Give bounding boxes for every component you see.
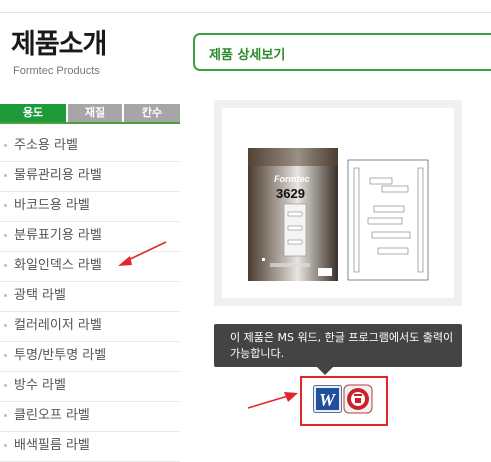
menu-item[interactable]: 투명/반투명 라벨: [0, 342, 180, 372]
hangul-word-processor-icon[interactable]: [343, 384, 373, 414]
bullet-icon: [4, 234, 7, 237]
menu-item-label: 물류관리용 라벨: [14, 168, 102, 183]
format-tooltip: 이 제품은 MS 워드, 한글 프로그램에서도 출력이 가능합니다.: [214, 324, 462, 375]
package-code: 3629: [276, 186, 305, 201]
menu-item-label: 분류표기용 라벨: [14, 228, 102, 243]
bullet-icon: [4, 204, 7, 207]
supported-programs-box: W: [300, 376, 388, 426]
bullet-icon: [4, 414, 7, 417]
category-tabs: 용도 재질 칸수: [0, 104, 180, 124]
svg-text:W: W: [319, 390, 337, 410]
detail-header: 제품 상세보기: [193, 33, 491, 71]
menu-item[interactable]: 광택 라벨: [0, 282, 180, 312]
top-border: [0, 0, 491, 13]
annotation-arrow-menu: [118, 241, 167, 266]
page-subtitle: Formtec Products: [13, 65, 100, 77]
menu-item[interactable]: 바코드용 라벨: [0, 192, 180, 222]
menu-item-label: 바코드용 라벨: [14, 198, 90, 213]
package-brand: Formtec: [274, 174, 310, 184]
menu-item[interactable]: 주소용 라벨: [0, 132, 180, 162]
bullet-icon: [4, 174, 7, 177]
menu-item[interactable]: 방수 라벨: [0, 372, 180, 402]
menu-item-label: 배색필름 라벨: [14, 438, 90, 453]
menu-item-label: 클린오프 라벨: [14, 408, 90, 423]
tab-cell-count[interactable]: 칸수: [124, 104, 180, 122]
page-title: 제품소개: [11, 29, 107, 60]
menu-item-label: 투명/반투명 라벨: [14, 348, 107, 363]
annotation-arrow-icons: [247, 392, 298, 409]
menu-item-label: 광택 라벨: [14, 288, 66, 303]
detail-heading: 제품 상세보기: [209, 48, 286, 63]
product-image: Formtec 3629: [222, 108, 454, 298]
bullet-icon: [4, 264, 7, 267]
menu-item[interactable]: 클린오프 라벨: [0, 402, 180, 432]
product-illustration: Formtec 3629: [248, 148, 429, 281]
bullet-icon: [4, 294, 7, 297]
bullet-icon: [4, 384, 7, 387]
menu-item-label: 주소용 라벨: [14, 138, 78, 153]
product-category-menu: 주소용 라벨 물류관리용 라벨 바코드용 라벨 분류표기용 라벨 화일인덱스 라…: [0, 132, 180, 462]
menu-item-label: 컬러레이저 라벨: [14, 318, 102, 333]
menu-item-label: 화일인덱스 라벨: [14, 258, 102, 273]
tab-material[interactable]: 재질: [68, 104, 122, 122]
menu-item[interactable]: 물류관리용 라벨: [0, 162, 180, 192]
bullet-icon: [4, 144, 7, 147]
bullet-icon: [4, 354, 7, 357]
bullet-icon: [4, 444, 7, 447]
bullet-icon: [4, 324, 7, 327]
tab-usage[interactable]: 용도: [0, 104, 66, 122]
menu-item[interactable]: 컬러레이저 라벨: [0, 312, 180, 342]
tooltip-text: 이 제품은 MS 워드, 한글 프로그램에서도 출력이 가능합니다.: [230, 331, 454, 360]
menu-item-label: 방수 라벨: [14, 378, 66, 393]
product-image-frame: Formtec 3629: [214, 100, 462, 306]
tooltip-pointer: [317, 367, 333, 375]
ms-word-icon[interactable]: W: [313, 385, 342, 413]
